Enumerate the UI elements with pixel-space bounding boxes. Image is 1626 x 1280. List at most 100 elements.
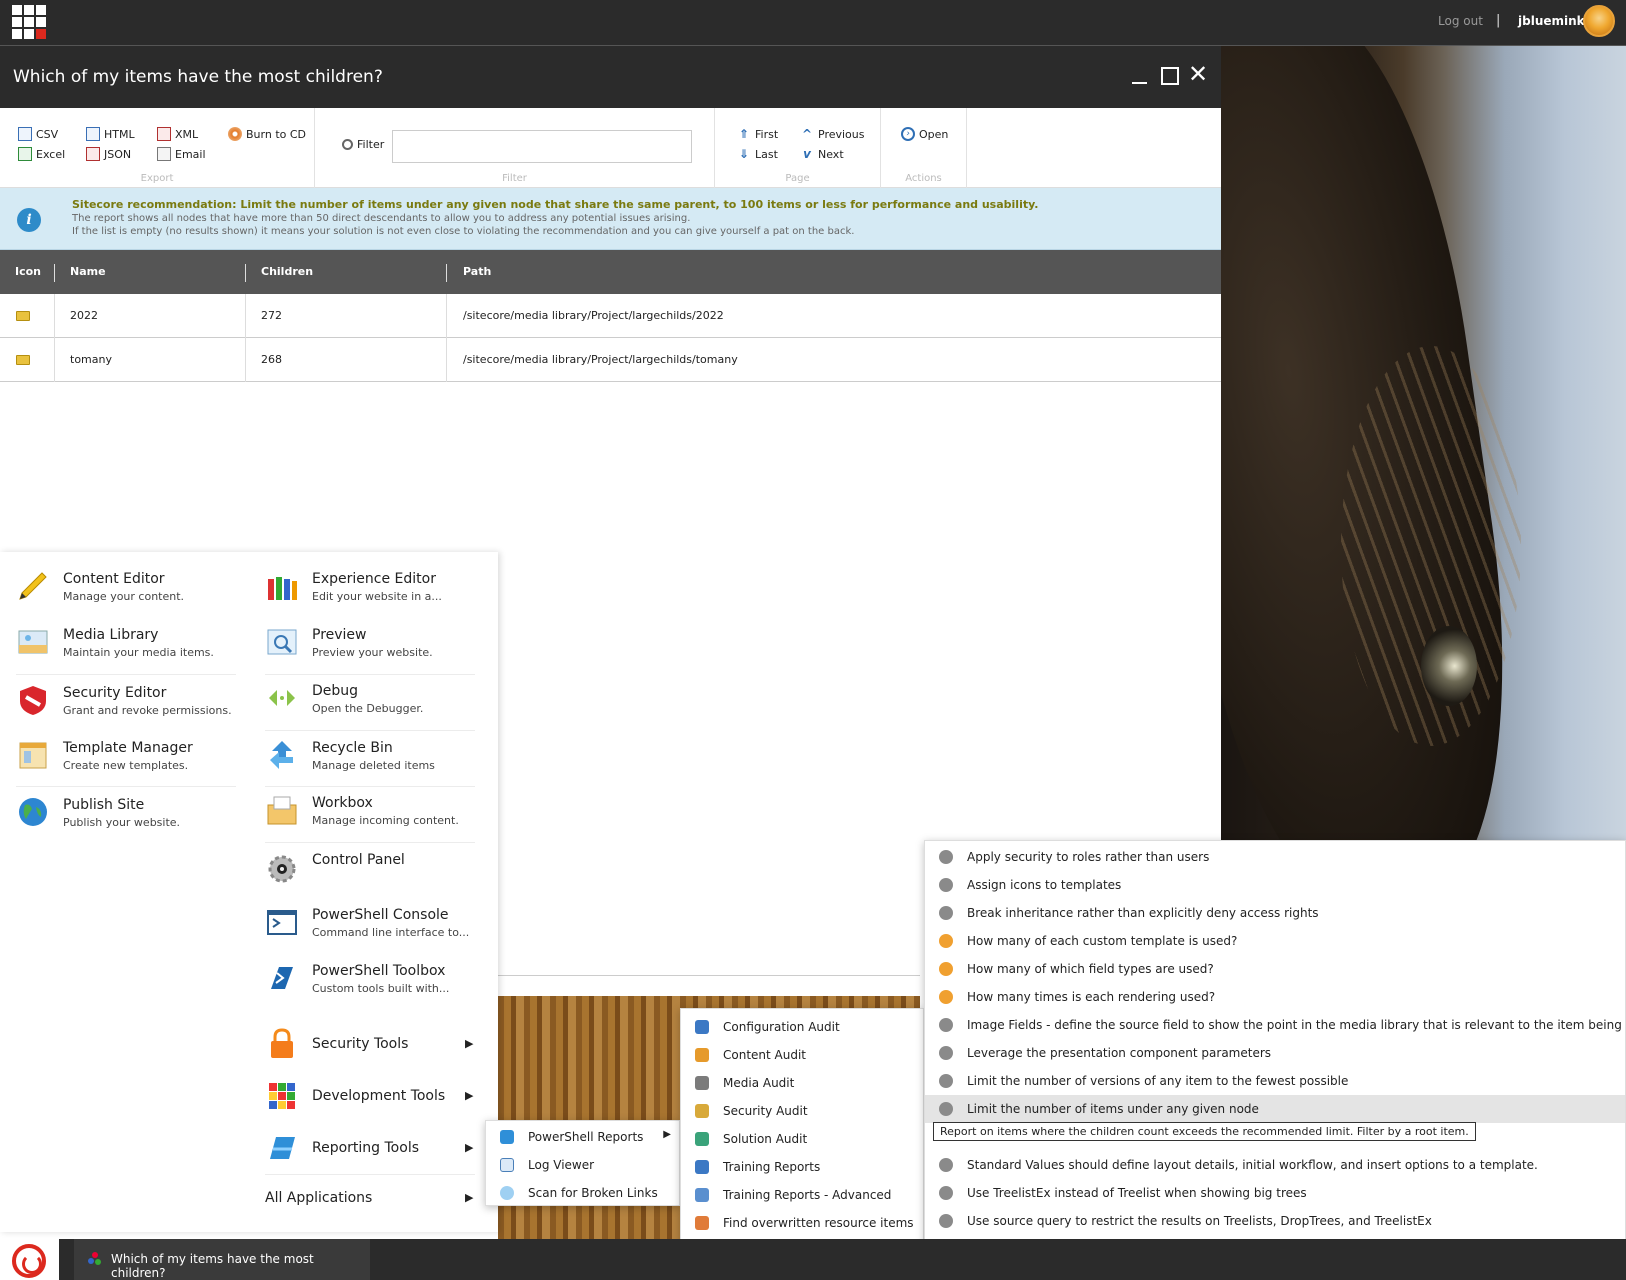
menu-item-report[interactable]: Find overwritten resource items — [681, 1209, 923, 1237]
menu-item-best-practice[interactable]: Use TreelistEx instead of Treelist when … — [925, 1179, 1625, 1207]
app-name: Reporting Tools — [312, 1140, 419, 1156]
report-icon — [939, 1018, 953, 1032]
report-icon — [695, 1216, 709, 1230]
app-name: Preview — [312, 627, 367, 643]
row-path: /sitecore/media library/Project/largechi… — [463, 309, 724, 322]
menu-item-best-practice[interactable]: Leverage the presentation component para… — [925, 1039, 1625, 1067]
maximize-button[interactable] — [1158, 64, 1180, 86]
launchpad-grid-icon[interactable] — [12, 5, 46, 39]
menu-item-best-practice[interactable]: Limit the number of versions of any item… — [925, 1067, 1625, 1095]
folder-icon — [16, 355, 30, 365]
menu-item-best-practice[interactable]: Use source query to restrict the results… — [925, 1207, 1625, 1235]
menu-item-best-practice[interactable]: How many of each custom template is used… — [925, 927, 1625, 955]
info-note: If the list is empty (no results shown) … — [72, 226, 855, 237]
menu-item-report[interactable]: Security Audit — [681, 1097, 923, 1125]
excel-icon — [18, 147, 32, 161]
first-page-button[interactable]: ⇑ First — [737, 127, 778, 141]
next-page-button[interactable]: v Next — [800, 147, 844, 161]
export-csv-button[interactable]: CSV — [18, 127, 58, 141]
menu-item-log-viewer[interactable]: Log Viewer — [486, 1151, 679, 1179]
column-header-path[interactable]: Path — [463, 265, 491, 278]
filter-button[interactable]: Filter — [342, 138, 384, 151]
menu-item-best-practice[interactable]: Standard Values should define layout det… — [925, 1151, 1625, 1179]
report-icon — [939, 934, 953, 948]
ribbon-group-export: CSV Excel HTML JSON XML Email Burn to CD… — [0, 108, 315, 188]
export-html-button[interactable]: HTML — [86, 127, 135, 141]
export-group-label: Export — [140, 173, 174, 184]
menu-item-report[interactable]: Content Audit — [681, 1041, 923, 1069]
report-icon — [939, 1046, 953, 1060]
report-icon — [695, 1160, 709, 1174]
table-row[interactable]: tomany 268 /sitecore/media library/Proje… — [0, 338, 1221, 382]
app-name: Security Editor — [63, 685, 167, 701]
table-header: Icon Name Children Path — [0, 250, 1221, 294]
taskbar: Which of my items have the most children… — [59, 1239, 1626, 1280]
close-button[interactable]: ✕ — [1187, 62, 1209, 86]
cd-icon — [228, 127, 242, 141]
app-description: Edit your website in a... — [312, 590, 442, 603]
export-email-button[interactable]: Email — [157, 147, 206, 161]
cube-icon — [269, 1083, 295, 1109]
email-icon — [157, 147, 171, 161]
table-row[interactable]: 2022 272 /sitecore/media library/Project… — [0, 294, 1221, 338]
avatar[interactable] — [1583, 5, 1615, 37]
report-icon — [939, 962, 953, 976]
minimize-button[interactable] — [1129, 64, 1151, 86]
menu-item-report[interactable]: Solution Audit — [681, 1125, 923, 1153]
console-icon — [267, 910, 297, 935]
info-description: The report shows all nodes that have mor… — [72, 213, 691, 224]
menu-item-best-practice[interactable]: Image Fields - define the source field t… — [925, 1011, 1626, 1039]
menu-item-best-practice[interactable]: How many times is each rendering used? — [925, 983, 1625, 1011]
column-header-name[interactable]: Name — [70, 265, 106, 278]
image-icon — [18, 630, 48, 654]
open-arrow-icon: › — [901, 127, 915, 141]
report-icon — [695, 1020, 709, 1034]
xml-icon — [157, 127, 171, 141]
menu-item-best-practice[interactable]: How many of which field types are used? — [925, 955, 1625, 983]
double-chevron-down-icon: ⇓ — [738, 147, 750, 161]
chevron-right-icon: ▶ — [663, 1129, 671, 1140]
export-xml-button[interactable]: XML — [157, 127, 198, 141]
menu-item-best-practice[interactable]: Break inheritance rather than explicitly… — [925, 899, 1625, 927]
report-icon — [939, 990, 953, 1004]
menu-item-report[interactable]: Media Audit — [681, 1069, 923, 1097]
report-icon — [695, 1104, 709, 1118]
username[interactable]: jbluemink — [1518, 14, 1585, 28]
taskbar-item[interactable]: Which of my items have the most children… — [74, 1239, 370, 1280]
last-page-button[interactable]: ⇓ Last — [737, 147, 778, 161]
reporting-tools-submenu: PowerShell Reports ▶ Log Viewer Scan for… — [485, 1120, 680, 1206]
folder-icon — [16, 311, 30, 321]
open-button[interactable]: › Open — [901, 127, 948, 141]
menu-item-best-practice[interactable]: Apply security to roles rather than user… — [925, 843, 1625, 871]
menu-item-report[interactable]: Training Reports — [681, 1153, 923, 1181]
report-icon — [939, 1214, 953, 1228]
app-description: Grant and revoke permissions. — [63, 704, 232, 717]
filter-input[interactable] — [392, 130, 692, 163]
app-name: All Applications — [265, 1190, 373, 1206]
app-description: Publish your website. — [63, 816, 181, 829]
menu-item-powershell-reports[interactable]: PowerShell Reports ▶ — [486, 1123, 679, 1151]
info-icon: i — [17, 208, 41, 232]
menu-item-report[interactable]: Training Reports - Advanced — [681, 1181, 923, 1209]
chevron-right-icon: ▶ — [465, 1089, 474, 1102]
menu-item-best-practice[interactable]: Assign icons to templates — [925, 871, 1625, 899]
export-excel-button[interactable]: Excel — [18, 147, 65, 161]
window-edge — [498, 975, 920, 997]
template-icon — [19, 742, 47, 769]
previous-page-button[interactable]: ^ Previous — [800, 127, 865, 141]
app-name: PowerShell Console — [312, 907, 449, 923]
burn-to-cd-button[interactable]: Burn to CD — [228, 127, 306, 141]
menu-item-report[interactable]: Configuration Audit — [681, 1013, 923, 1041]
row-path: /sitecore/media library/Project/largechi… — [463, 353, 738, 366]
column-header-children[interactable]: Children — [261, 265, 313, 278]
double-chevron-up-icon: ⇑ — [738, 127, 750, 141]
logout-link[interactable]: Log out — [1438, 14, 1483, 28]
menu-item-scan-broken-links[interactable]: Scan for Broken Links — [486, 1179, 679, 1207]
export-json-button[interactable]: JSON — [86, 147, 131, 161]
column-header-icon[interactable]: Icon — [15, 265, 41, 278]
menu-item-best-practice[interactable]: Limit the number of items under any give… — [925, 1095, 1625, 1123]
recycle-icon — [270, 741, 293, 769]
link-icon — [500, 1186, 514, 1200]
sitecore-logo[interactable] — [12, 1244, 46, 1278]
app-name: Development Tools — [312, 1088, 446, 1104]
